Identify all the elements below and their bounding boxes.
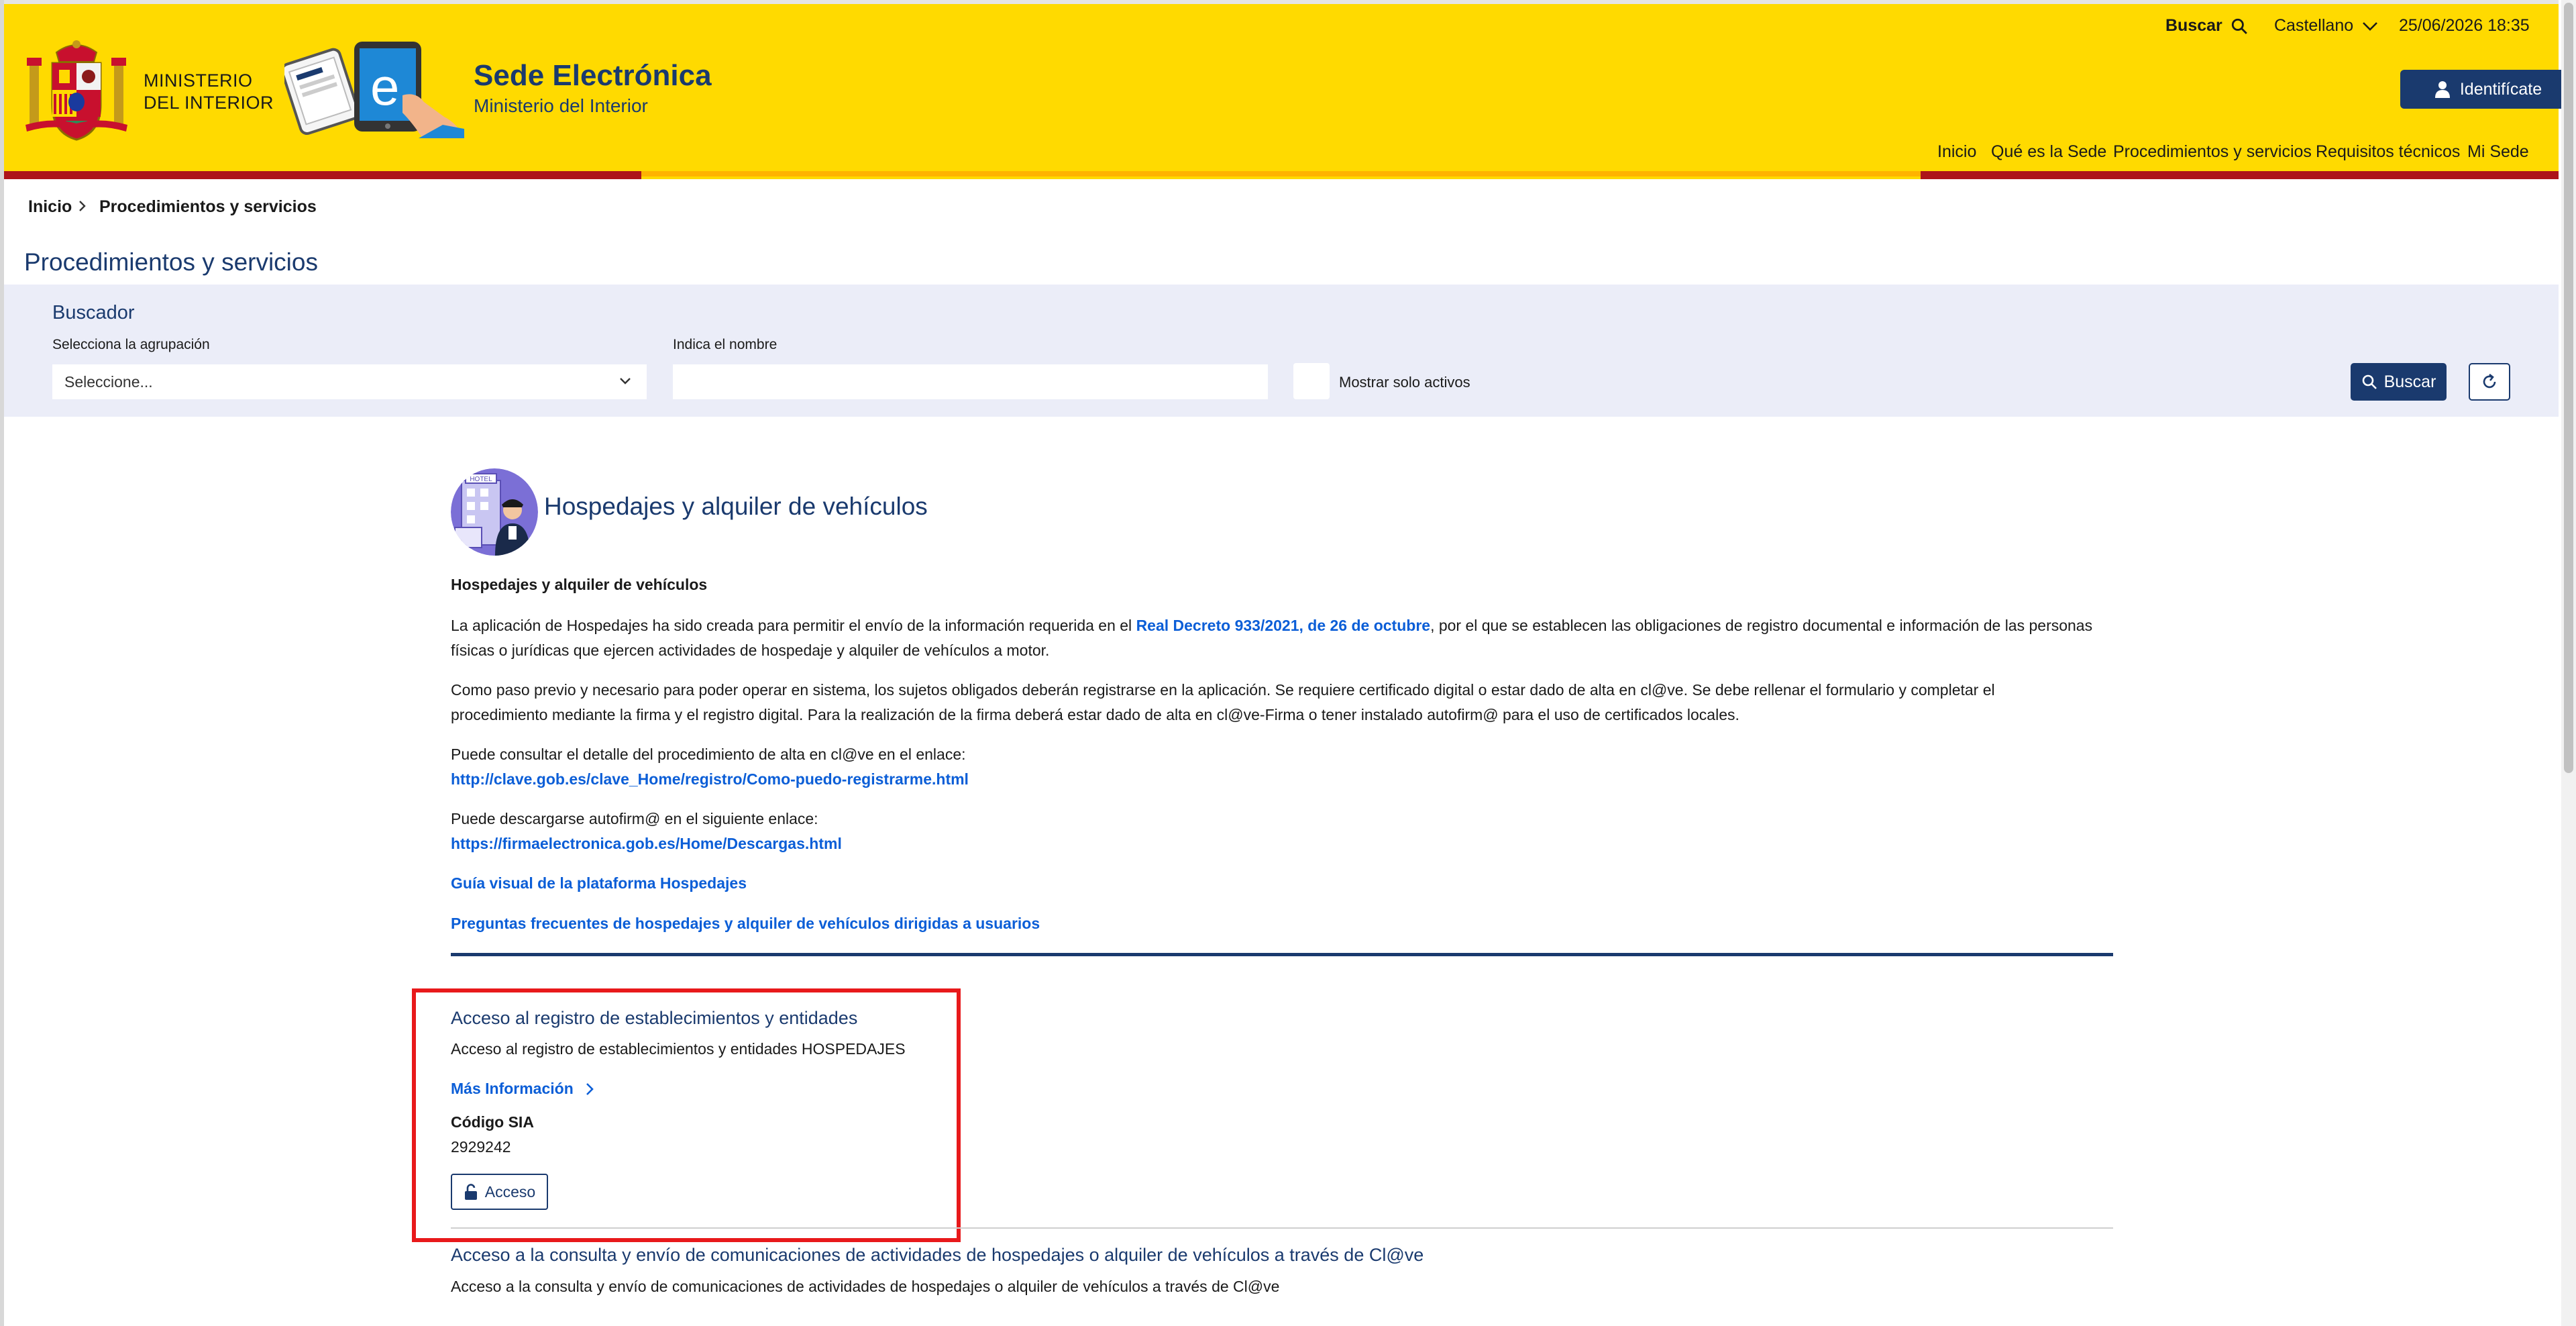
breadcrumb-separator-icon [76,197,89,219]
nav-item-inicio[interactable]: Inicio [1937,142,1976,162]
section-title: Hospedajes y alquiler de vehículos [544,493,928,520]
hospedajes-avatar: HOTEL [451,468,538,556]
breadcrumb-current: Procedimientos y servicios [99,197,317,216]
search-button[interactable]: Buscar [2351,363,2447,401]
section-heading: Hospedajes y alquiler de vehículos [451,576,708,593]
faq-link[interactable]: Preguntas frecuentes de hospedajes y alq… [451,915,1040,932]
section-divider [451,953,2113,956]
page-scrollbar-thumb[interactable] [2564,3,2573,773]
group-select-value: Seleccione... [64,372,153,391]
refresh-icon [2483,373,2496,389]
search-button-label: Buscar [2383,372,2436,391]
nav-item-mi-sede[interactable]: Mi Sede [2467,142,2529,162]
autofirma-paragraph: Puede descargarse autofirm@ en el siguie… [451,807,2094,856]
more-info-label: Más Información [451,1080,574,1097]
header-search-label: Buscar [2165,16,2222,35]
card-registro-description: Acceso al registro de establecimientos y… [451,1040,906,1058]
card-registro-more-info-link[interactable]: Más Información [451,1080,595,1098]
sia-code-value: 2929242 [451,1138,511,1156]
stripe-red-right [1921,171,2559,179]
faq-link-row: Preguntas frecuentes de hospedajes y alq… [451,911,2094,936]
language-selector[interactable]: Castellano [2274,16,2379,36]
clave-text: Puede consultar el detalle del procedimi… [451,746,966,763]
guide-link-row: Guía visual de la plataforma Hospedajes [451,871,2094,896]
card-consulta-title: Acceso a la consulta y envío de comunica… [451,1245,1424,1265]
header-search-link[interactable]: Buscar [2165,16,2248,36]
intro-paragraph: La aplicación de Hospedajes ha sido crea… [451,613,2094,663]
language-label: Castellano [2274,16,2354,35]
header-flag-stripe [4,171,2559,179]
card-divider [451,1227,2113,1229]
real-decreto-link[interactable]: Real Decreto 933/2021, de 26 de octubre [1136,617,1431,634]
card-registro-title: Acceso al registro de establecimientos y… [451,1008,858,1028]
intro-text-before: La aplicación de Hospedajes ha sido crea… [451,617,1136,634]
reset-button[interactable] [2469,363,2510,401]
chevron-down-icon [2363,21,2378,31]
top-border [4,0,2559,4]
search-icon [2362,374,2377,389]
svg-text:e: e [370,57,399,116]
identify-button[interactable]: Identifícate [2400,70,2576,109]
stripe-red-left [4,171,641,179]
chevron-right-icon [586,1082,594,1095]
unlock-icon [464,1184,477,1200]
chevron-down-icon [620,378,631,385]
nav-item-que-es-la-sede[interactable]: Qué es la Sede [1991,142,2106,162]
header-datetime: 25/06/2026 18:35 [2399,16,2530,35]
ministry-name: MINISTERIO DEL INTERIOR [144,70,274,114]
page-title: Procedimientos y servicios [24,248,318,276]
sia-code-label: Código SIA [451,1113,534,1131]
breadcrumb-home[interactable]: Inicio [28,197,72,217]
site-title[interactable]: Sede Electrónica [474,59,712,93]
nav-item-requisitos[interactable]: Requisitos técnicos [2316,142,2460,162]
active-only-checkbox[interactable] [1293,363,1330,399]
avatar-hotel-sign: HOTEL [470,476,492,483]
card-consulta-description: Acceso a la consulta y envío de comunica… [451,1278,1280,1295]
ministry-name-line1: MINISTERIO [144,70,253,91]
tablet-illustration-icon: e [280,38,464,138]
search-panel-title: Buscador [52,302,135,323]
identify-label: Identifícate [2459,79,2542,99]
site-subtitle: Ministerio del Interior [474,95,648,116]
nav-item-procedimientos[interactable]: Procedimientos y servicios [2113,142,2312,162]
search-icon [2231,18,2247,34]
coat-of-arms-icon[interactable] [25,38,127,142]
visual-guide-link[interactable]: Guía visual de la plataforma Hospedajes [451,874,747,892]
requirements-paragraph: Como paso previo y necesario para poder … [451,681,1995,723]
group-select-label: Selecciona la agrupación [52,337,210,352]
ministry-name-line2: DEL INTERIOR [144,93,274,113]
clave-link[interactable]: http://clave.gob.es/clave_Home/registro/… [451,770,969,788]
clave-paragraph: Puede consultar el detalle del procedimi… [451,742,2094,792]
browser-frame [0,0,2561,1326]
user-icon [2434,81,2450,98]
autofirma-link[interactable]: https://firmaelectronica.gob.es/Home/Des… [451,835,842,852]
access-button-label: Acceso [484,1182,536,1201]
stripe-orange [641,171,1921,176]
autofirma-text: Puede descargarse autofirm@ en el siguie… [451,810,818,827]
access-button[interactable]: Acceso [451,1174,548,1210]
name-input[interactable] [673,364,1268,399]
active-only-label: Mostrar solo activos [1339,374,1470,391]
name-input-label: Indica el nombre [673,337,777,352]
group-select[interactable]: Seleccione... [52,364,647,399]
